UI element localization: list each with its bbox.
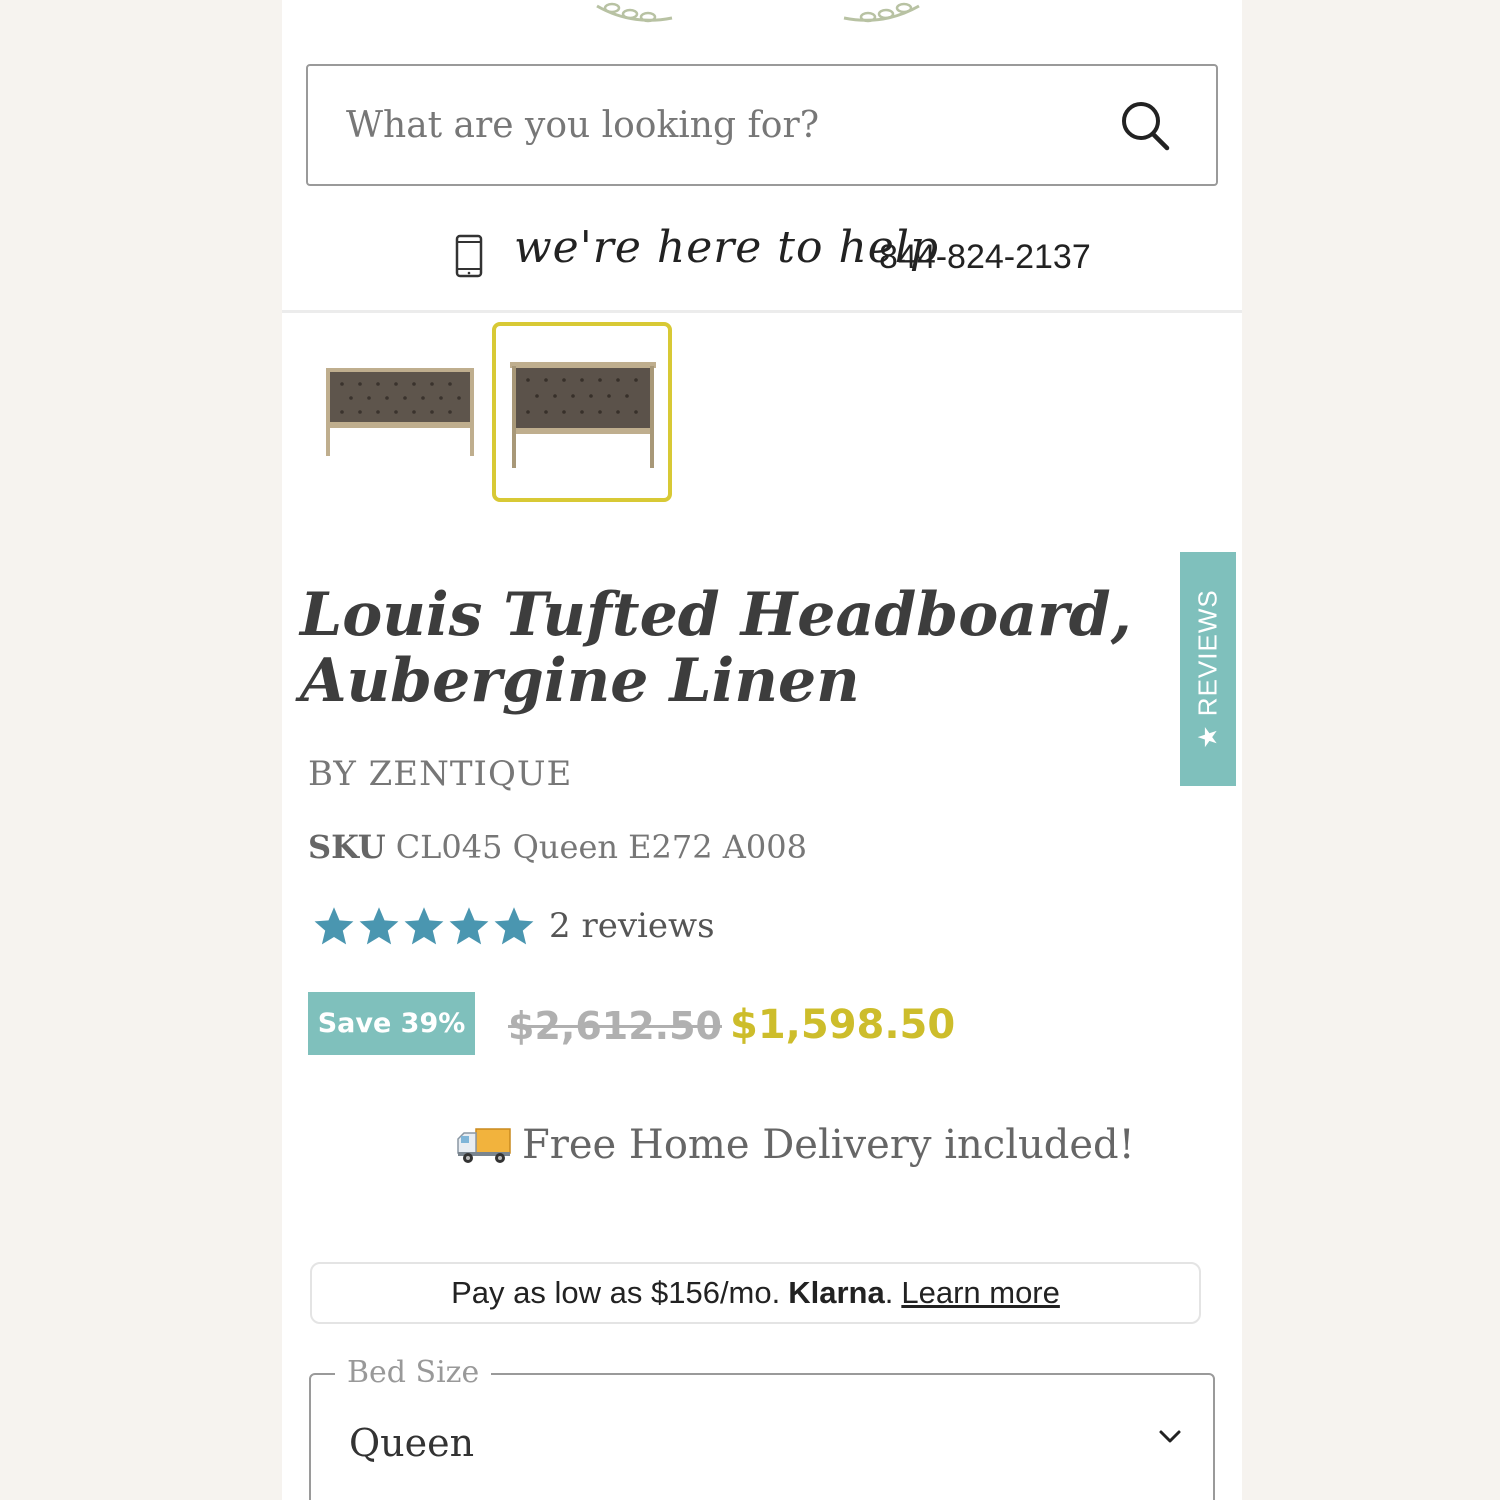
product-page: we're here to help 844-824-2137 bbox=[282, 0, 1242, 1500]
phone-icon bbox=[455, 234, 483, 278]
star-icon bbox=[449, 907, 489, 945]
help-phone-number[interactable]: 844-824-2137 bbox=[879, 238, 1091, 277]
star-icon bbox=[314, 907, 354, 945]
laurel-left-icon bbox=[596, 2, 673, 23]
reviews-tab-label: ★ REVIEWS bbox=[1192, 589, 1223, 749]
product-title: Louis Tufted Headboard, Aubergine Linen bbox=[300, 580, 1132, 716]
sale-price: $1,598.50 bbox=[730, 1002, 956, 1048]
help-tagline: we're here to help bbox=[514, 222, 940, 273]
review-count[interactable]: 2 reviews bbox=[549, 906, 715, 946]
bed-size-label: Bed Size bbox=[335, 1355, 492, 1390]
save-badge: Save 39% bbox=[308, 992, 475, 1055]
laurel-right-icon bbox=[843, 2, 920, 23]
bed-size-select[interactable]: Bed Size Queen bbox=[309, 1355, 1215, 1500]
sku-value: CL045 Queen E272 A008 bbox=[395, 828, 807, 866]
original-price: $2,612.50 bbox=[508, 1004, 722, 1048]
truck-icon bbox=[457, 1128, 511, 1163]
bed-size-value: Queen bbox=[349, 1421, 475, 1465]
klarna-dot: . bbox=[884, 1275, 894, 1310]
product-sku: SKU CL045 Queen E272 A008 bbox=[308, 828, 807, 866]
sku-label: SKU bbox=[308, 828, 386, 866]
star-icon bbox=[359, 907, 399, 945]
klarna-logo: Klarna bbox=[788, 1275, 885, 1310]
search-bar bbox=[306, 64, 1218, 186]
product-thumbnail-2[interactable] bbox=[492, 322, 672, 502]
product-brand: BY ZENTIQUE bbox=[308, 754, 573, 794]
klarna-financing-banner: Pay as low as $156/mo. Klarna. Learn mor… bbox=[310, 1262, 1201, 1324]
search-input[interactable] bbox=[346, 100, 1106, 150]
klarna-text: Pay as low as $156/mo. bbox=[451, 1275, 781, 1310]
header-divider bbox=[282, 310, 1242, 313]
klarna-learn-more-link[interactable]: Learn more bbox=[901, 1275, 1060, 1311]
star-icon bbox=[494, 907, 534, 945]
headboard-image-front bbox=[510, 362, 656, 468]
product-rating[interactable]: 2 reviews bbox=[312, 900, 715, 952]
delivery-text: Free Home Delivery included! bbox=[522, 1122, 1135, 1168]
star-icon bbox=[404, 907, 444, 945]
chevron-down-icon bbox=[1159, 1430, 1181, 1443]
reviews-side-tab[interactable]: ★ REVIEWS bbox=[1180, 552, 1236, 786]
help-bar: we're here to help 844-824-2137 bbox=[282, 212, 1242, 310]
product-thumbnail-1[interactable] bbox=[306, 322, 486, 502]
search-icon[interactable] bbox=[1118, 98, 1174, 154]
headboard-image-angled bbox=[326, 368, 474, 456]
delivery-notice: Free Home Delivery included! bbox=[456, 1120, 1135, 1170]
